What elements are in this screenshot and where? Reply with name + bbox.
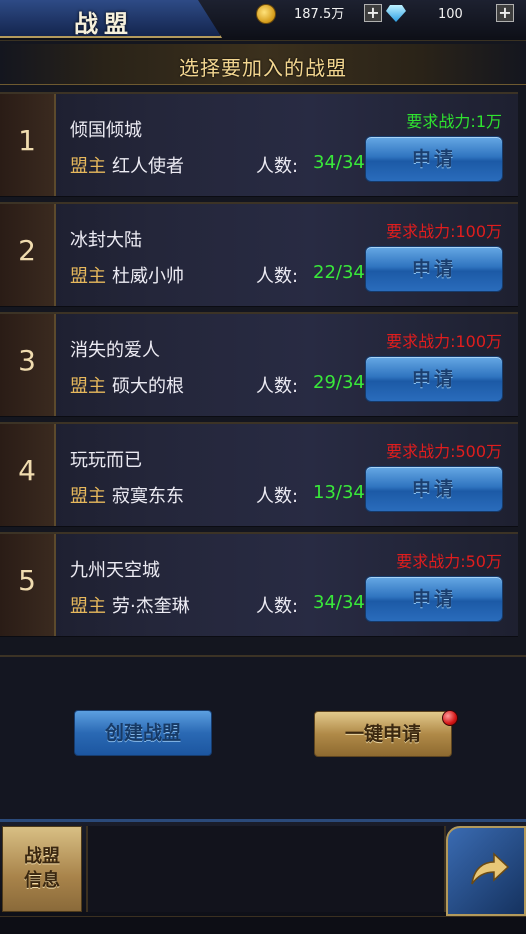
apply-button[interactable]: 申请 bbox=[365, 246, 503, 292]
apply-button[interactable]: 申请 bbox=[365, 136, 503, 182]
apply-button[interactable]: 申请 bbox=[365, 576, 503, 622]
rank-number: 3 bbox=[18, 344, 36, 377]
power-requirement: 要求战力:1万 bbox=[406, 112, 502, 131]
add-gold-button[interactable]: + bbox=[364, 4, 382, 22]
leader-label: 盟主 bbox=[70, 596, 106, 617]
rank-number: 5 bbox=[18, 564, 36, 597]
rank-number: 1 bbox=[18, 124, 36, 157]
guild-info-button[interactable]: 战盟 信息 bbox=[2, 826, 82, 912]
leader-name: 硕大的根 bbox=[112, 376, 184, 397]
power-requirement: 要求战力:500万 bbox=[386, 442, 502, 461]
create-guild-button[interactable]: 创建战盟 bbox=[74, 710, 212, 756]
leader-label: 盟主 bbox=[70, 156, 106, 177]
guild-name: 倾国倾城 bbox=[70, 120, 142, 141]
member-label: 人数: bbox=[256, 266, 299, 287]
diamond-icon bbox=[386, 5, 406, 22]
gold-coin-icon bbox=[256, 4, 276, 24]
guild-info-line2: 信息 bbox=[24, 870, 60, 891]
notification-dot-icon bbox=[442, 710, 458, 726]
guild-row: 1 倾国倾城 要求战力:1万 盟主 红人使者 人数: 34/34 申请 bbox=[0, 92, 518, 197]
gem-amount: 100 bbox=[438, 7, 463, 22]
guild-name: 玩玩而已 bbox=[70, 450, 142, 471]
power-requirement: 要求战力:100万 bbox=[386, 332, 502, 351]
leader-name: 劳·杰奎琳 bbox=[112, 596, 190, 617]
member-label: 人数: bbox=[256, 376, 299, 397]
member-count: 34/34 bbox=[313, 152, 365, 173]
leader-label: 盟主 bbox=[70, 376, 106, 397]
rank-box: 1 bbox=[0, 94, 56, 196]
guild-row: 3 消失的爱人 要求战力:100万 盟主 硕大的根 人数: 29/34 申请 bbox=[0, 312, 518, 417]
guild-info-line1: 战盟 bbox=[24, 846, 60, 867]
member-label: 人数: bbox=[256, 596, 299, 617]
leader-label: 盟主 bbox=[70, 266, 106, 287]
apply-button[interactable]: 申请 bbox=[365, 356, 503, 402]
leader-name: 杜威小帅 bbox=[112, 266, 184, 287]
guild-row: 2 冰封大陆 要求战力:100万 盟主 杜威小帅 人数: 22/34 申请 bbox=[0, 202, 518, 307]
return-arrow-icon bbox=[471, 852, 510, 885]
guild-info-label: 战盟 信息 bbox=[3, 845, 81, 893]
power-requirement: 要求战力:100万 bbox=[386, 222, 502, 241]
member-label: 人数: bbox=[256, 156, 299, 177]
member-count: 22/34 bbox=[313, 262, 365, 283]
rank-number: 2 bbox=[18, 234, 36, 267]
guild-row: 5 九州天空城 要求战力:50万 盟主 劳·杰奎琳 人数: 34/34 申请 bbox=[0, 532, 518, 637]
section-title: 选择要加入的战盟 bbox=[179, 56, 347, 80]
leader-name: 寂寞东东 bbox=[112, 486, 184, 507]
guild-name: 消失的爱人 bbox=[70, 340, 160, 361]
gold-amount: 187.5万 bbox=[294, 7, 345, 22]
page-title: 战盟 bbox=[74, 10, 134, 38]
apply-button[interactable]: 申请 bbox=[365, 466, 503, 512]
member-label: 人数: bbox=[256, 486, 299, 507]
rank-box: 2 bbox=[0, 204, 56, 306]
guild-name: 九州天空城 bbox=[70, 560, 160, 581]
guild-row: 4 玩玩而已 要求战力:500万 盟主 寂寞东东 人数: 13/34 申请 bbox=[0, 422, 518, 527]
rank-box: 5 bbox=[0, 534, 56, 636]
member-count: 13/34 bbox=[313, 482, 365, 503]
member-count: 29/34 bbox=[313, 372, 365, 393]
add-gem-button[interactable]: + bbox=[496, 4, 514, 22]
leader-label: 盟主 bbox=[70, 486, 106, 507]
bottom-strip bbox=[0, 916, 526, 932]
power-requirement: 要求战力:50万 bbox=[396, 552, 502, 571]
leader-name: 红人使者 bbox=[112, 156, 184, 177]
footer-panel bbox=[86, 826, 446, 912]
guild-name: 冰封大陆 bbox=[70, 230, 142, 251]
rank-box: 4 bbox=[0, 424, 56, 526]
top-bar: 战盟 187.5万 + 100 + bbox=[0, 0, 526, 41]
member-count: 34/34 bbox=[313, 592, 365, 613]
rank-box: 3 bbox=[0, 314, 56, 416]
quick-apply-button[interactable]: 一键申请 bbox=[314, 711, 452, 757]
return-button[interactable] bbox=[446, 826, 526, 916]
rank-number: 4 bbox=[18, 454, 36, 487]
